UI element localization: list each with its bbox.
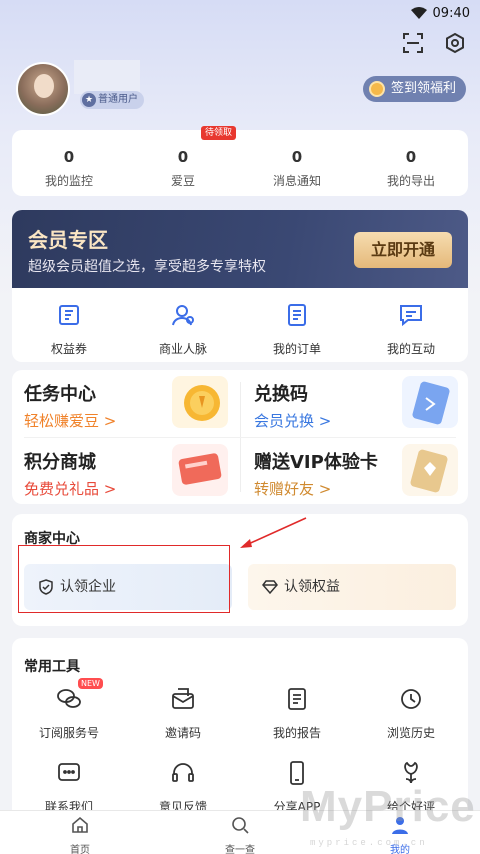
pending-badge: 待领取 — [201, 126, 237, 140]
gold-coin-icon — [172, 376, 228, 428]
quick-interactions[interactable]: 我的互动 — [354, 288, 468, 362]
vip-title: 会员专区 — [28, 228, 108, 252]
stat-monitor[interactable]: 0 我的监控 — [12, 130, 126, 196]
tool-history[interactable]: 浏览历史 — [354, 686, 468, 741]
quick-orders[interactable]: 我的订单 — [240, 288, 354, 362]
watermark-subtext: myprice.com.cn — [310, 838, 428, 848]
task-center[interactable]: 任务中心 轻松赚爱豆 > — [12, 372, 238, 432]
status-time: 09:40 — [432, 5, 470, 21]
stat-value: 0 — [177, 148, 189, 166]
task-title: 任务中心 — [24, 384, 96, 405]
gift-vip-card[interactable]: 赠送VIP体验卡 转赠好友 > — [242, 440, 468, 500]
stat-label: 我的导出 — [386, 174, 435, 188]
stat-exports[interactable]: 0 我的导出 — [354, 130, 468, 196]
tool-subscribe[interactable]: 订阅服务号 — [12, 686, 126, 741]
top-actions — [402, 32, 466, 54]
profile-header: ★ 普通用户 签到领福利 — [16, 60, 466, 116]
stat-value: 0 — [405, 148, 417, 166]
diamond-icon — [262, 580, 278, 595]
quick-coupon[interactable]: 权益券 — [12, 288, 126, 362]
quick-contacts[interactable]: 商业人脉 — [126, 288, 240, 362]
order-icon — [288, 304, 306, 326]
tool-label: 我的报告 — [272, 726, 321, 740]
invite-icon — [172, 688, 194, 709]
coin-icon — [368, 81, 385, 97]
headset-icon — [172, 763, 194, 782]
signin-button[interactable]: 签到领福利 — [362, 76, 466, 102]
claim-rights-button[interactable]: 认领权益 — [248, 564, 456, 610]
avatar[interactable] — [16, 62, 70, 116]
task-subtitle: 轻松赚爱豆 > — [24, 412, 117, 430]
vip-open-button[interactable]: 立即开通 — [354, 232, 452, 268]
tool-label: 浏览历史 — [386, 726, 435, 740]
task-title: 积分商城 — [24, 452, 96, 473]
tasks-panel: 任务中心 轻松赚爱豆 > 兑换码 会员兑换 > 积分商城 免费兑礼品 > 赠送V… — [12, 370, 468, 504]
stat-value: 0 — [291, 148, 303, 166]
quick-label: 我的订单 — [272, 342, 321, 356]
tab-label: 首页 — [70, 845, 90, 854]
quick-label: 权益券 — [50, 342, 87, 356]
task-subtitle: 免费兑礼品 > — [24, 480, 117, 498]
settings-icon[interactable] — [444, 32, 466, 54]
tab-label: 查一查 — [225, 845, 255, 854]
tab-search[interactable]: 查一查 — [160, 811, 320, 854]
stat-notifications[interactable]: 0 消息通知 — [240, 130, 354, 196]
username[interactable] — [74, 60, 140, 94]
scan-icon[interactable] — [402, 32, 424, 54]
contacts-icon — [172, 305, 194, 326]
tool-contact[interactable]: 联系我们 — [12, 760, 126, 815]
vip-banner[interactable]: 会员专区 超级会员超值之选，享受超多专享特权 立即开通 — [12, 210, 468, 288]
history-icon — [401, 689, 421, 709]
stat-value: 0 — [63, 148, 75, 166]
stat-label: 消息通知 — [272, 174, 321, 188]
coupon-icon — [59, 305, 79, 325]
gift-coupon-icon — [172, 444, 228, 496]
tab-home[interactable]: 首页 — [0, 811, 160, 854]
member-level-label: 普通用户 — [98, 94, 138, 105]
redeem-card-icon — [402, 376, 458, 428]
redeem-code[interactable]: 兑换码 会员兑换 > — [242, 372, 468, 432]
wechat-icon — [57, 689, 81, 708]
message-icon — [58, 763, 80, 781]
highlight-box — [18, 545, 230, 613]
tool-report[interactable]: 我的报告 — [240, 686, 354, 741]
stat-label: 爱豆 — [170, 174, 195, 188]
task-subtitle: 转赠好友 > — [254, 480, 332, 498]
quick-label: 商业人脉 — [158, 342, 207, 356]
search-icon — [232, 817, 249, 834]
points-mall[interactable]: 积分商城 免费兑礼品 > — [12, 440, 238, 500]
tool-label: 邀请码 — [164, 726, 201, 740]
divider — [24, 437, 456, 438]
stats-panel: 0 我的监控 0 爱豆 0 消息通知 0 我的导出 — [12, 130, 468, 196]
vip-subtitle: 超级会员超值之选，享受超多专享特权 — [28, 259, 266, 275]
tool-label: 订阅服务号 — [38, 726, 99, 740]
vip-card-icon — [402, 444, 458, 496]
star-icon: ★ — [82, 93, 96, 107]
quick-actions: 权益券 商业人脉 我的订单 我的互动 — [12, 288, 468, 362]
task-subtitle: 会员兑换 > — [254, 412, 332, 430]
quick-label: 我的互动 — [386, 342, 435, 356]
status-bar: 09:40 — [0, 0, 480, 26]
annotation-arrow-icon — [240, 517, 307, 548]
tool-feedback[interactable]: 意见反馈 — [126, 760, 240, 815]
stat-label: 我的监控 — [44, 174, 93, 188]
member-level-badge: ★ 普通用户 — [80, 91, 144, 109]
wifi-icon — [410, 7, 427, 19]
tool-invite[interactable]: 邀请码 — [126, 686, 240, 741]
task-title: 兑换码 — [254, 384, 308, 405]
section-title: 常用工具 — [24, 659, 80, 675]
chat-icon — [400, 305, 422, 327]
claim-rights-label: 认领权益 — [284, 579, 340, 595]
signin-label: 签到领福利 — [390, 81, 456, 96]
task-title: 赠送VIP体验卡 — [254, 452, 378, 473]
watermark: MyPrice — [300, 782, 476, 831]
report-icon — [288, 688, 306, 710]
home-icon — [72, 816, 88, 833]
